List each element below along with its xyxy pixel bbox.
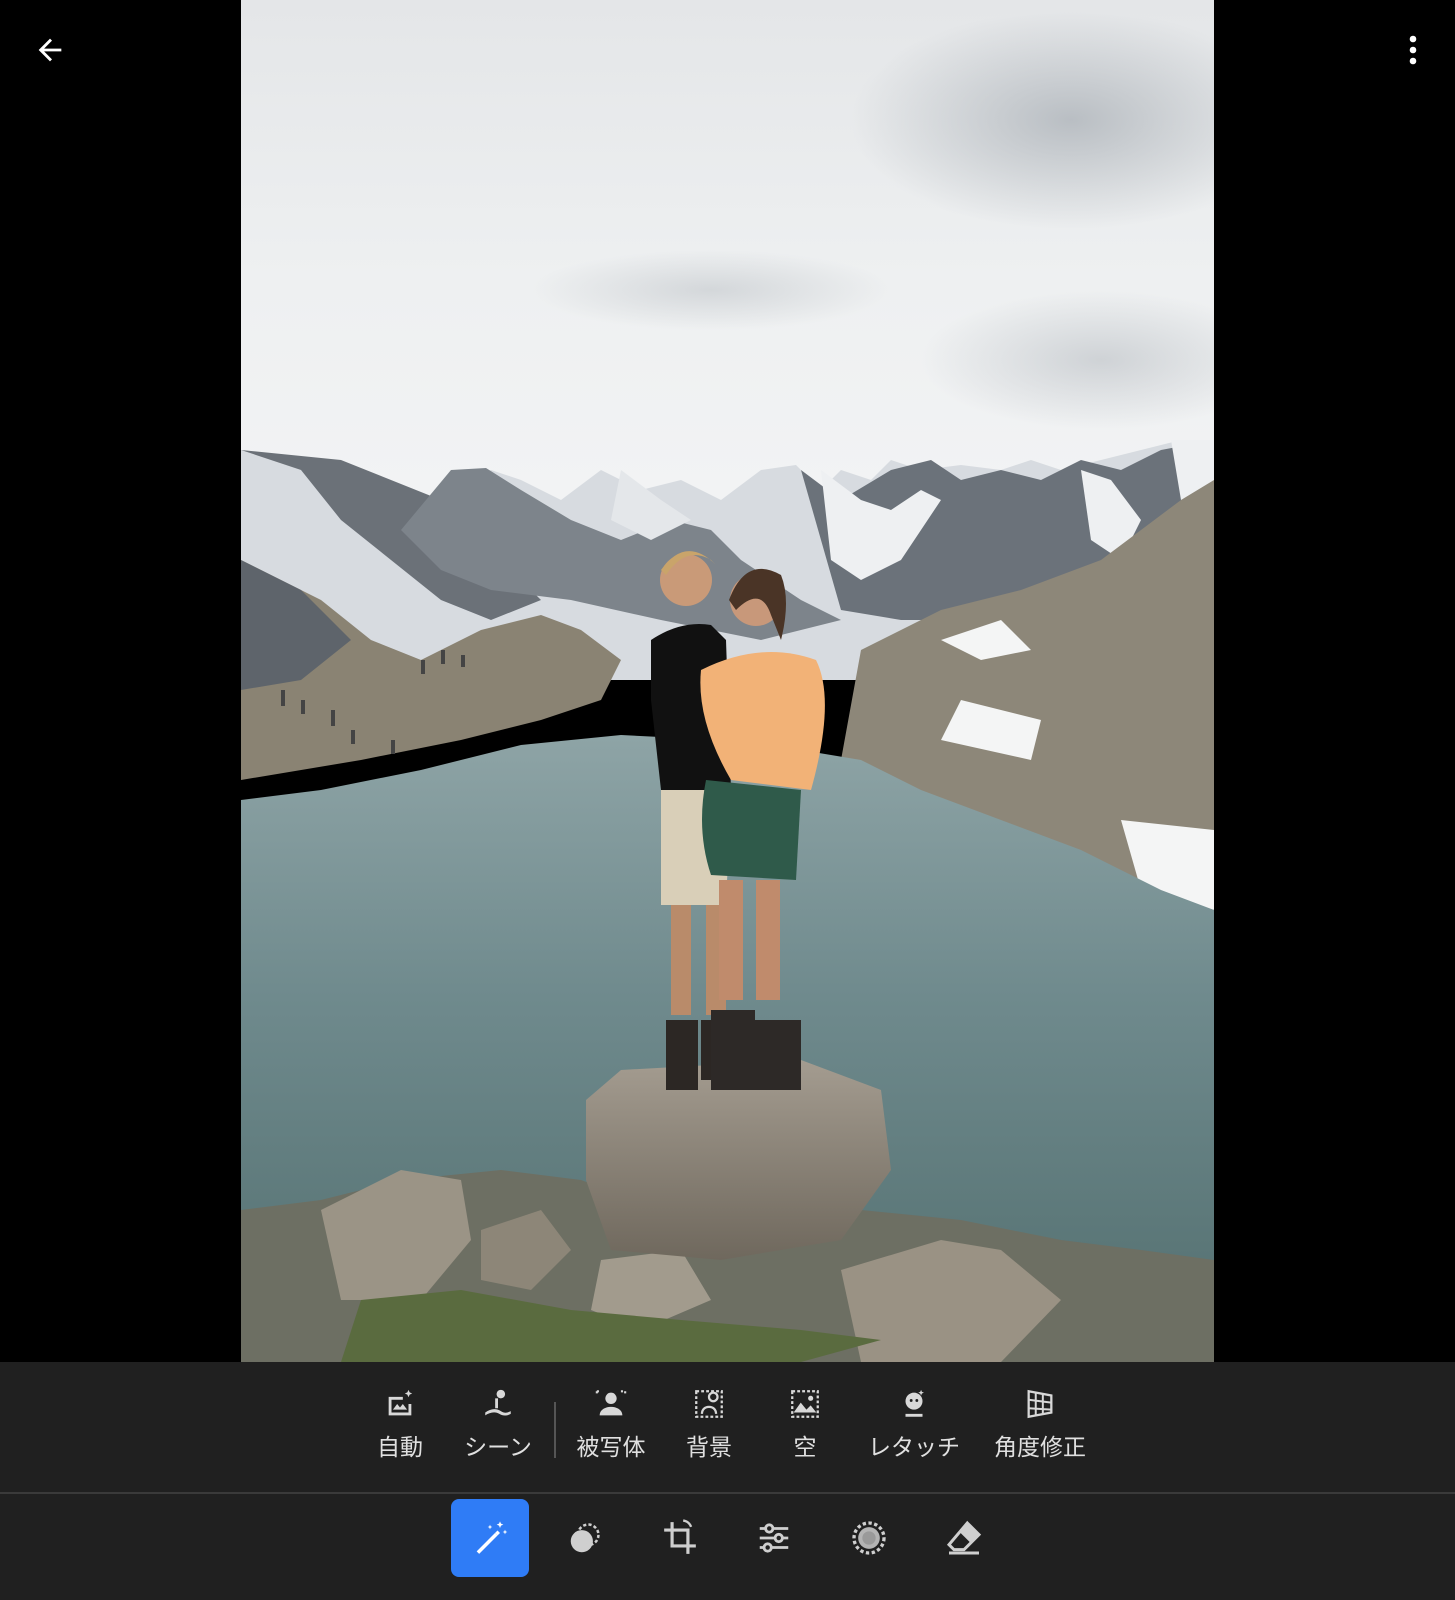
background-icon [691,1386,727,1422]
photo-image [241,0,1214,1362]
preset-sky[interactable]: 空 [750,1386,860,1478]
preset-subject-label: 被写体 [576,1435,646,1461]
preset-retouch-label: レタッチ [868,1435,960,1461]
tool-mask-button[interactable] [546,1499,624,1577]
scene-icon [480,1386,516,1422]
retouch-icon [896,1386,932,1422]
tool-eraser-button[interactable] [925,1499,1003,1577]
magic-wand-icon [476,1521,508,1554]
tool-toolbar [0,1494,1455,1600]
back-button[interactable] [26,26,74,74]
crop-rotate-icon [664,1519,696,1554]
arrow-back-icon [38,38,62,62]
photo-editor: 自動 シーン 被写体 背景 空 レタッチ 角度修正 [0,0,1455,1600]
tool-crop-button[interactable] [641,1499,719,1577]
perspective-icon [1022,1386,1058,1422]
vignette-icon [852,1521,886,1555]
more-vertical-icon [1409,35,1417,65]
preset-subject[interactable]: 被写体 [556,1386,666,1478]
preset-toolbar: 自動 シーン 被写体 背景 空 レタッチ 角度修正 [0,1362,1455,1492]
preset-background[interactable]: 背景 [654,1386,764,1478]
preset-sky-label: 空 [793,1435,817,1461]
preset-background-label: 背景 [686,1435,732,1461]
preset-retouch[interactable]: レタッチ [859,1386,969,1478]
mask-icon [570,1523,600,1553]
preset-scene-label: シーン [464,1435,532,1461]
eraser-icon [946,1520,982,1555]
photo-canvas[interactable] [241,0,1214,1362]
preset-perspective[interactable]: 角度修正 [985,1386,1095,1478]
sky-icon [787,1386,823,1422]
auto-enhance-icon [382,1386,418,1422]
tool-magic-edit-button[interactable] [451,1499,529,1577]
adjust-sliders-icon [759,1523,789,1553]
subject-icon [593,1386,629,1422]
preset-auto[interactable]: 自動 [345,1386,455,1478]
preset-auto-label: 自動 [377,1435,423,1461]
tool-adjust-button[interactable] [735,1499,813,1577]
preset-scene[interactable]: シーン [443,1386,553,1478]
tool-vignette-button[interactable] [830,1499,908,1577]
preset-perspective-label: 角度修正 [994,1435,1086,1461]
more-options-button[interactable] [1393,26,1433,74]
